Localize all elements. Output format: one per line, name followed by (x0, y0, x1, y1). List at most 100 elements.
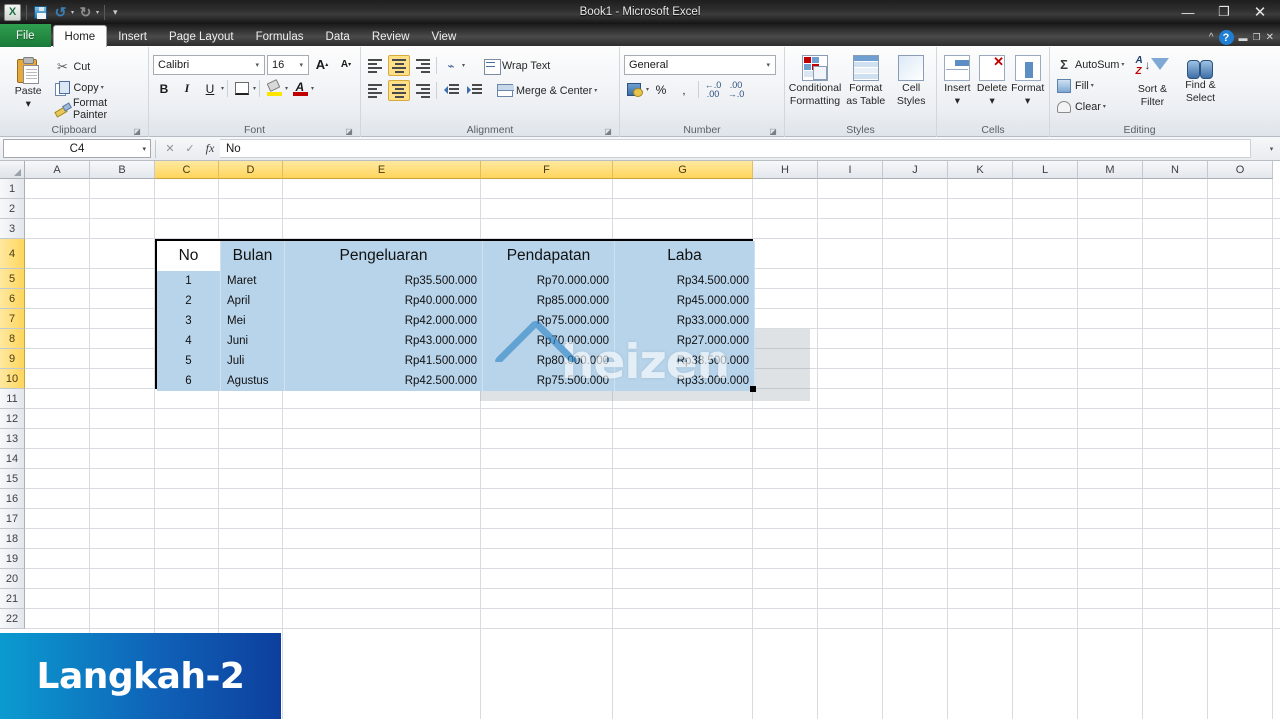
expand-formula-bar-button[interactable]: ▾ (1265, 139, 1278, 158)
top-align-button[interactable] (365, 55, 387, 76)
column-header-k[interactable]: K (948, 161, 1013, 179)
name-box[interactable]: C4 ▾ (3, 139, 151, 158)
clear-caret-icon[interactable]: ▾ (1103, 103, 1106, 110)
restore-window-icon[interactable]: ❐ (1253, 32, 1261, 43)
table-cell[interactable]: Rp75.000.000 (483, 311, 615, 331)
table-cell[interactable]: 6 (157, 371, 221, 391)
chevron-down-icon[interactable]: ▾ (763, 61, 773, 69)
ribbon[interactable]: Paste ▾ ✂ Cut Copy ▾ Format Painter (0, 47, 1280, 137)
row-header-18[interactable]: 18 (0, 529, 25, 549)
tab-insert[interactable]: Insert (107, 27, 158, 47)
table-cell[interactable]: 2 (157, 291, 221, 311)
column-header-h[interactable]: H (753, 161, 818, 179)
insert-cells-button[interactable]: Insert ▾ (941, 53, 974, 107)
font-name-combo[interactable]: Calibri ▾ (153, 55, 265, 75)
font-color-button[interactable]: A (289, 78, 311, 99)
row-header-17[interactable]: 17 (0, 509, 25, 529)
row-header-21[interactable]: 21 (0, 589, 25, 609)
column-header-cells[interactable]: ABCDEFGHIJKLMNO (25, 161, 1273, 179)
column-header-m[interactable]: M (1078, 161, 1143, 179)
merge-center-button[interactable]: Merge & Center ▾ (495, 80, 599, 101)
table-cell[interactable]: Rp45.000.000 (615, 291, 755, 311)
table-cell[interactable]: 1 (157, 271, 221, 291)
row-header-16[interactable]: 16 (0, 489, 25, 509)
delete-caret-icon[interactable]: ▾ (989, 96, 994, 107)
column-header-i[interactable]: I (818, 161, 883, 179)
table-cell[interactable]: Rp27.000.000 (615, 331, 755, 351)
minimize-window-icon[interactable]: ▬ (1239, 33, 1248, 43)
table-row[interactable]: 6AgustusRp42.500.000Rp75.500.000Rp33.000… (157, 371, 755, 391)
shrink-font-button[interactable]: A▾ (335, 54, 357, 75)
row-header-15[interactable]: 15 (0, 469, 25, 489)
font-color-caret-icon[interactable]: ▾ (311, 85, 314, 92)
row-header-4[interactable]: 4 (0, 239, 25, 269)
row-header-5[interactable]: 5 (0, 269, 25, 289)
table-cell[interactable]: Rp43.000.000 (285, 331, 483, 351)
column-header-e[interactable]: E (283, 161, 481, 179)
close-window-icon[interactable]: ✕ (1266, 32, 1274, 43)
table-cell[interactable]: Rp70.000.000 (483, 271, 615, 291)
undo-caret-icon[interactable]: ▾ (71, 9, 74, 16)
table-cell[interactable]: Rp38.500.000 (615, 351, 755, 371)
orientation-caret-icon[interactable]: ▾ (462, 62, 465, 69)
row-header-9[interactable]: 9 (0, 349, 25, 369)
table-row[interactable]: 2AprilRp40.000.000Rp85.000.000Rp45.000.0… (157, 291, 755, 311)
table-cell[interactable]: Rp42.500.000 (285, 371, 483, 391)
ribbon-tabs[interactable]: File Home Insert Page Layout Formulas Da… (0, 24, 1280, 47)
middle-align-button[interactable] (388, 55, 410, 76)
row-header-1[interactable]: 1 (0, 179, 25, 199)
tab-view[interactable]: View (421, 27, 468, 47)
fill-color-button[interactable] (263, 78, 285, 99)
fill-caret-icon[interactable]: ▾ (1091, 82, 1094, 89)
merge-caret-icon[interactable]: ▾ (594, 87, 597, 94)
table-cell[interactable]: Juli (221, 351, 285, 371)
clear-button[interactable]: Clear ▾ (1054, 96, 1126, 117)
row-header-2[interactable]: 2 (0, 199, 25, 219)
help-icon[interactable]: ? (1219, 30, 1234, 45)
decrease-indent-button[interactable] (440, 80, 462, 101)
accounting-caret-icon[interactable]: ▾ (646, 86, 649, 93)
format-painter-button[interactable]: Format Painter (52, 98, 144, 119)
column-header-d[interactable]: D (219, 161, 283, 179)
align-right-button[interactable] (411, 80, 433, 101)
row-header-3[interactable]: 3 (0, 219, 25, 239)
tab-formulas[interactable]: Formulas (245, 27, 315, 47)
conditional-formatting-button[interactable]: Conditional Formatting (789, 53, 841, 107)
column-headers[interactable]: ABCDEFGHIJKLMNO (0, 161, 1280, 179)
window-controls[interactable]: — ❐ ✕ (1170, 0, 1280, 24)
cut-button[interactable]: ✂ Cut (52, 56, 144, 77)
table-cell[interactable]: 4 (157, 331, 221, 351)
grow-font-button[interactable]: A▴ (311, 54, 333, 75)
italic-button[interactable]: I (176, 78, 198, 99)
table-row[interactable]: 1MaretRp35.500.000Rp70.000.000Rp34.500.0… (157, 271, 755, 291)
cancel-formula-button[interactable]: ✕ (160, 139, 180, 158)
chevron-down-icon[interactable]: ▾ (296, 61, 306, 69)
font-size-combo[interactable]: 16 ▾ (267, 55, 309, 75)
table-cell[interactable]: Rp33.000.000 (615, 371, 755, 391)
tab-page-layout[interactable]: Page Layout (158, 27, 245, 47)
table-cell[interactable]: Rp34.500.000 (615, 271, 755, 291)
redo-button[interactable]: ↻ (77, 4, 94, 21)
number-format-combo[interactable]: General ▾ (624, 55, 776, 75)
quick-access-toolbar[interactable]: X ↺ ▾ ↻ ▾ ▾ (0, 4, 118, 21)
table-cell[interactable]: Juni (221, 331, 285, 351)
column-header-b[interactable]: B (90, 161, 155, 179)
wrap-text-button[interactable]: Wrap Text (481, 55, 552, 76)
delete-cells-button[interactable]: Delete ▾ (975, 53, 1010, 107)
fill-color-caret-icon[interactable]: ▾ (285, 85, 288, 92)
table-cell[interactable]: Rp40.000.000 (285, 291, 483, 311)
table-header-cell[interactable]: Pendapatan (483, 241, 615, 271)
table-cell[interactable]: Agustus (221, 371, 285, 391)
borders-button[interactable] (231, 78, 253, 99)
tab-data[interactable]: Data (315, 27, 361, 47)
column-header-a[interactable]: A (25, 161, 90, 179)
table-header-row[interactable]: NoBulanPengeluaranPendapatanLaba (157, 241, 755, 271)
insert-caret-icon[interactable]: ▾ (955, 96, 960, 107)
clipboard-dialog-launcher[interactable]: ◪ (132, 126, 142, 136)
table-cell[interactable]: Rp41.500.000 (285, 351, 483, 371)
orientation-button[interactable]: ⌁ (440, 55, 462, 76)
row-header-19[interactable]: 19 (0, 549, 25, 569)
column-header-c[interactable]: C (155, 161, 219, 179)
excel-logo-icon[interactable]: X (4, 4, 21, 21)
row-header-20[interactable]: 20 (0, 569, 25, 589)
